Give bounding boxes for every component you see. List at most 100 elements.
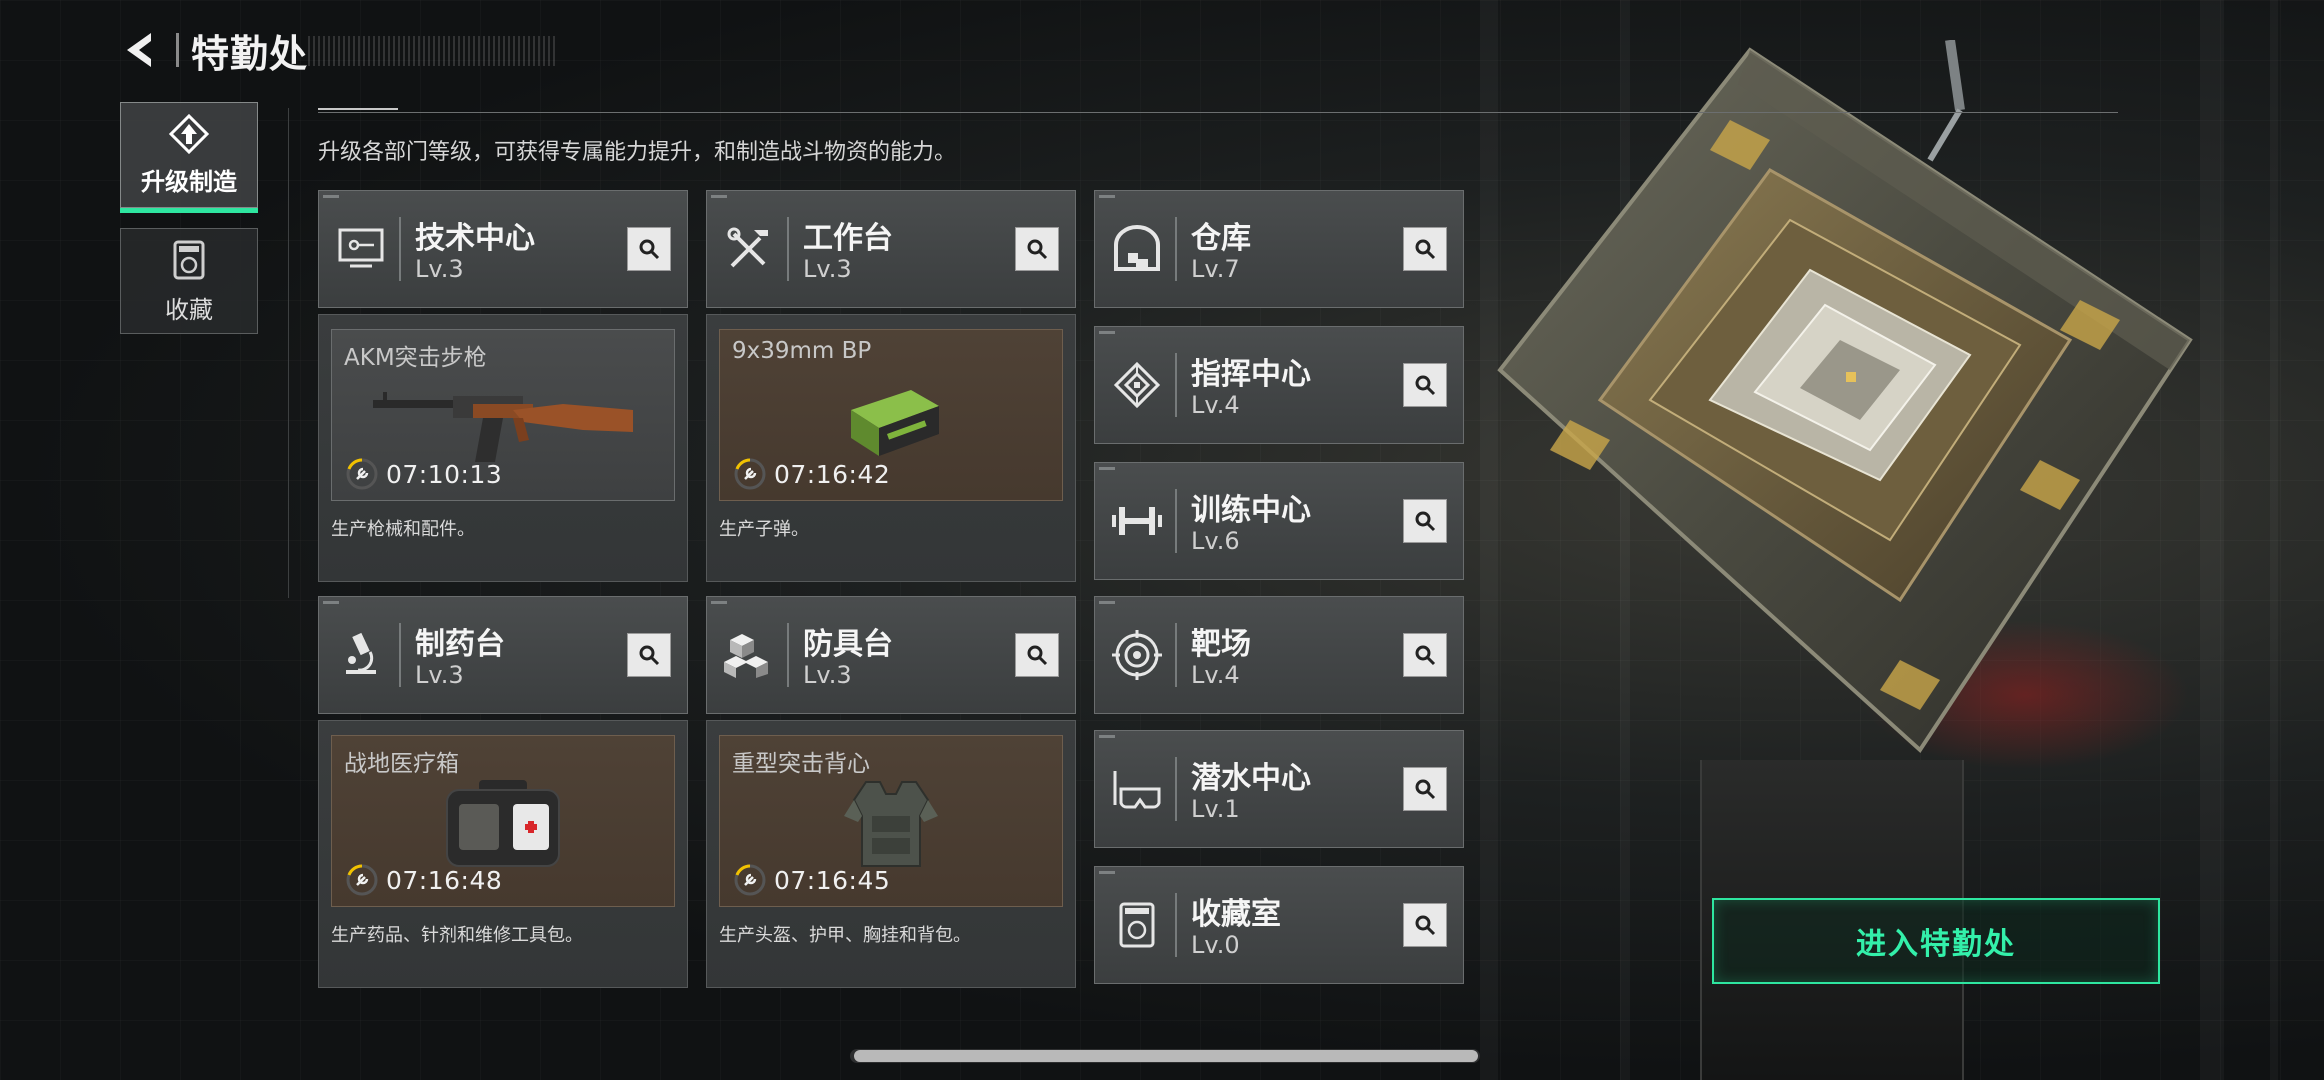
dumbbell-icon	[1112, 507, 1162, 535]
title-separator	[176, 33, 179, 67]
facility-name: 训练中心	[1191, 493, 1311, 528]
facility-level: Lv.3	[803, 255, 852, 283]
facility-level: Lv.1	[1191, 795, 1240, 823]
facility-search-button[interactable]	[1403, 767, 1447, 811]
collection-room-icon	[1119, 902, 1155, 948]
search-icon	[1415, 645, 1436, 666]
page-title: 特勤处	[191, 31, 309, 76]
facility-level: Lv.3	[415, 661, 464, 689]
facility-search-button[interactable]	[1403, 363, 1447, 407]
facility-description: 生产子弹。	[719, 519, 809, 540]
facility-card-warehouse[interactable]: 仓库 Lv.7	[1094, 190, 1464, 308]
page-header: 特勤处	[118, 22, 556, 78]
diving-mask-icon	[1113, 771, 1161, 809]
facility-card-command-center[interactable]: 指挥中心 Lv.4	[1094, 326, 1464, 444]
facility-name: 工作台	[803, 221, 893, 256]
facility-search-button[interactable]	[1403, 903, 1447, 947]
search-icon	[1027, 645, 1048, 666]
facility-name: 指挥中心	[1191, 357, 1311, 392]
production-item-name: 重型突击背心	[732, 751, 870, 777]
microscope-icon	[346, 632, 376, 674]
facility-level: Lv.6	[1191, 527, 1240, 555]
medkit-icon	[446, 780, 560, 867]
facility-name: 防具台	[803, 627, 893, 662]
special-ops-cube-artwork	[1480, 39, 2220, 760]
facility-card-training-center[interactable]: 训练中心 Lv.6	[1094, 462, 1464, 580]
facility-card-armor-bench[interactable]: 防具台 Lv.3	[706, 596, 1076, 714]
facility-search-button[interactable]	[1015, 633, 1059, 677]
facility-search-button[interactable]	[1403, 633, 1447, 677]
facility-card-workbench[interactable]: 工作台 Lv.3	[706, 190, 1076, 308]
facility-search-button[interactable]	[1403, 499, 1447, 543]
production-timer: 07:16:42	[774, 459, 891, 489]
search-icon	[1415, 915, 1436, 936]
facility-card-shooting-range[interactable]: 靶场 Lv.4	[1094, 596, 1464, 714]
production-item-name: 战地医疗箱	[344, 751, 459, 777]
nav-label-upgrade: 升级制造	[141, 167, 237, 196]
facility-level: Lv.3	[803, 661, 852, 689]
search-icon	[639, 645, 660, 666]
armor-cubes-icon	[724, 634, 768, 678]
nav-tab-upgrade-craft[interactable]: 升级制造	[120, 102, 258, 213]
production-item-name: 9x39mm BP	[732, 338, 872, 364]
facility-level: Lv.3	[415, 255, 464, 283]
facility-description: 生产枪械和配件。	[331, 519, 475, 540]
facility-name: 靶场	[1191, 627, 1251, 662]
production-slot[interactable]: 9x39mm BP 07:16:42	[719, 329, 1063, 501]
production-timer: 07:16:48	[386, 865, 503, 895]
search-icon	[639, 239, 660, 260]
production-timer: 07:10:13	[386, 459, 503, 489]
scrollbar-thumb[interactable]	[854, 1050, 1478, 1062]
command-chip-icon	[1113, 361, 1161, 409]
facility-search-button[interactable]	[1403, 227, 1447, 271]
production-panel-tech-center: AKM突击步枪 07:10:13 生产枪械和配件。	[318, 314, 688, 582]
production-timer: 07:16:45	[774, 865, 891, 895]
production-slot[interactable]: 战地医疗箱 07:16:48	[331, 735, 675, 907]
facility-card-collection-room[interactable]: 收藏室 Lv.0	[1094, 866, 1464, 984]
production-item-name: AKM突击步枪	[344, 345, 487, 371]
wrench-timer-icon	[346, 864, 378, 896]
upgrade-icon	[168, 113, 210, 154]
facility-description: 生产头盔、护甲、胸挂和背包。	[719, 925, 971, 946]
facility-name: 仓库	[1191, 221, 1251, 256]
facility-card-pharmacy[interactable]: 制药台 Lv.3	[318, 596, 688, 714]
nav-label-collection: 收藏	[165, 295, 213, 324]
production-panel-pharmacy: 战地医疗箱 07:16:48 生产药品、针剂和维修工具包。	[318, 720, 688, 988]
collection-icon	[173, 240, 205, 279]
nav-tab-collection[interactable]: 收藏	[120, 228, 258, 334]
facility-name: 制药台	[415, 627, 505, 662]
facility-search-button[interactable]	[1015, 227, 1059, 271]
akm-rifle-icon	[373, 392, 633, 462]
production-panel-workbench: 9x39mm BP 07:16:42 生产子弹。	[706, 314, 1076, 582]
facility-search-button[interactable]	[627, 227, 671, 271]
facility-card-diving-center[interactable]: 潜水中心 Lv.1	[1094, 730, 1464, 848]
search-icon	[1415, 375, 1436, 396]
facility-description: 生产药品、针剂和维修工具包。	[331, 925, 583, 946]
production-slot[interactable]: AKM突击步枪 07:10:13	[331, 329, 675, 501]
nav-divider	[288, 108, 289, 598]
wrench-timer-icon	[346, 458, 378, 490]
warehouse-icon	[1114, 225, 1160, 271]
facility-name: 潜水中心	[1191, 761, 1311, 796]
armor-vest-icon	[844, 781, 938, 867]
facility-name: 收藏室	[1191, 897, 1281, 932]
target-icon	[1112, 630, 1162, 680]
facility-level: Lv.4	[1191, 661, 1240, 689]
facility-search-button[interactable]	[627, 633, 671, 677]
facility-card-tech-center[interactable]: 技术中心 Lv.3	[318, 190, 688, 308]
production-slot[interactable]: 重型突击背心 07:16:45	[719, 735, 1063, 907]
facility-level: Lv.0	[1191, 931, 1240, 959]
facility-level: Lv.7	[1191, 255, 1240, 283]
wrench-timer-icon	[734, 458, 766, 490]
wrench-timer-icon	[734, 864, 766, 896]
back-button[interactable]	[118, 26, 166, 74]
search-icon	[1027, 239, 1048, 260]
enter-special-ops-button[interactable]: 进入特勤处	[1712, 898, 2160, 984]
search-icon	[1415, 779, 1436, 800]
facility-name: 技术中心	[415, 221, 535, 256]
search-icon	[1415, 239, 1436, 260]
monitor-icon	[338, 228, 384, 268]
search-icon	[1415, 511, 1436, 532]
header-divider	[318, 108, 2118, 113]
facility-level: Lv.4	[1191, 391, 1240, 419]
